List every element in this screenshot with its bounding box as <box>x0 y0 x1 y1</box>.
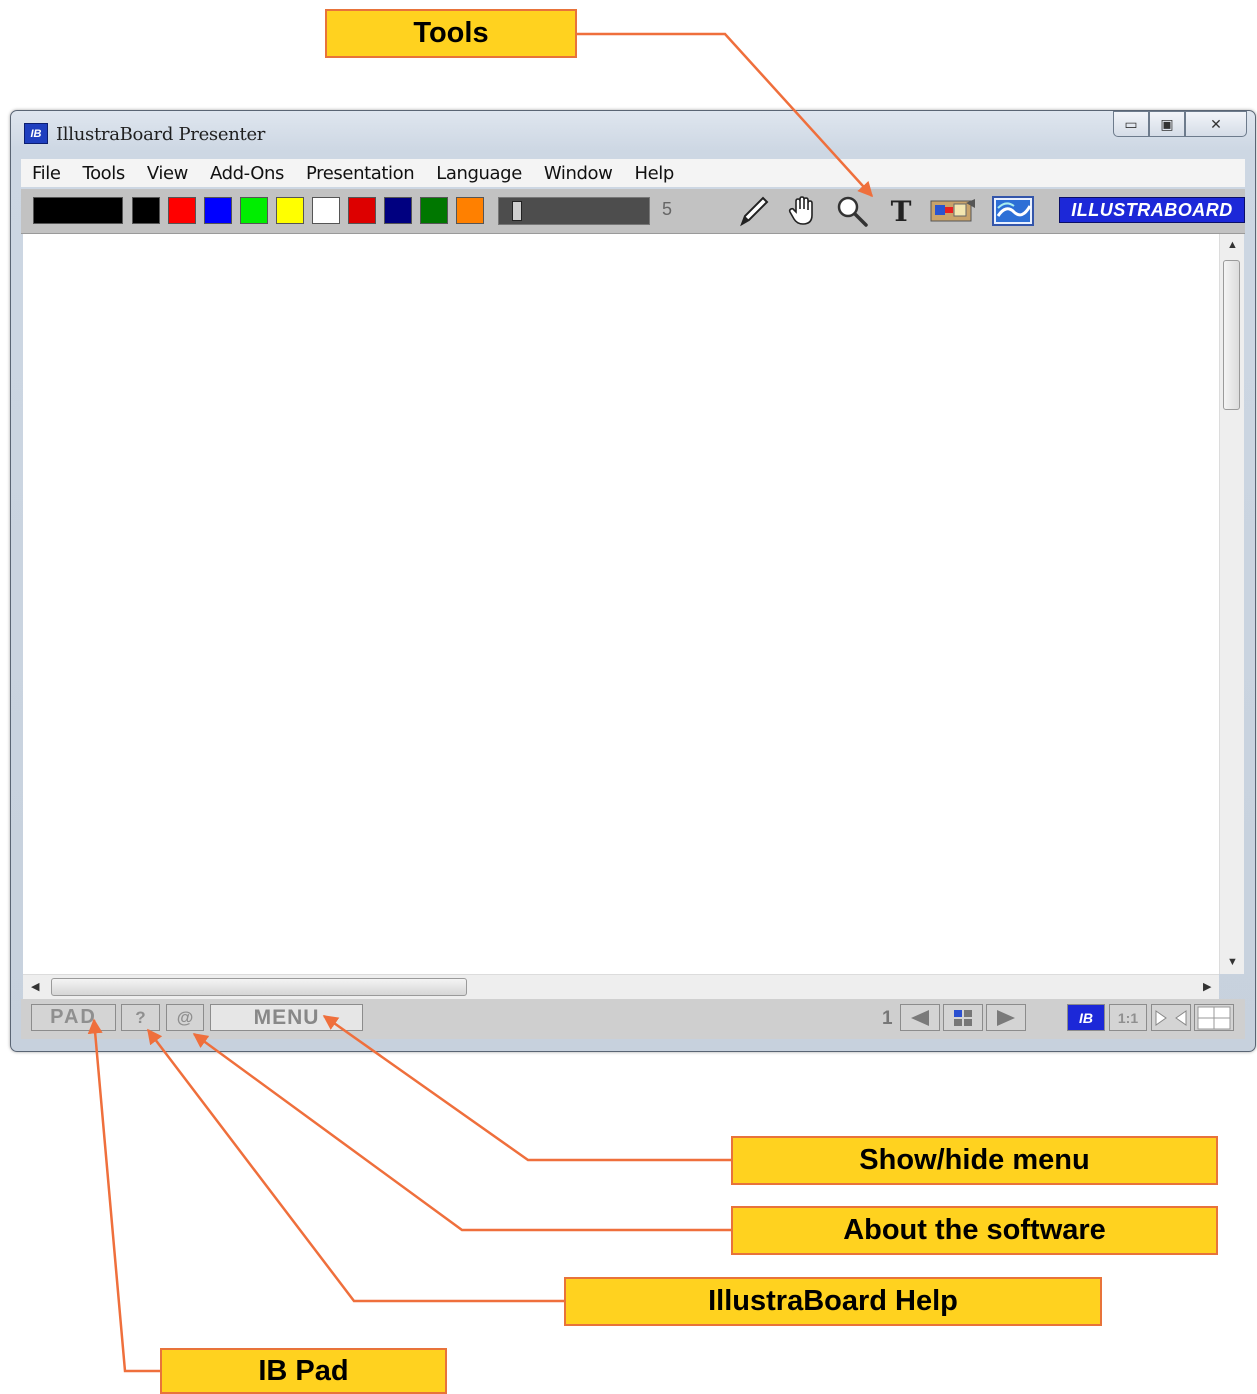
vertical-scrollbar[interactable]: ▲ ▼ <box>1219 234 1244 974</box>
vertical-scroll-thumb[interactable] <box>1223 260 1240 410</box>
zoom-actual-size-button[interactable]: 1:1 <box>1109 1004 1147 1031</box>
previous-page-button[interactable] <box>900 1004 940 1031</box>
menu-toggle-button[interactable]: MENU <box>210 1004 363 1031</box>
callout-about-software: About the software <box>731 1206 1218 1255</box>
text-tool-icon[interactable]: T <box>883 194 919 228</box>
split-view-button[interactable] <box>1194 1004 1234 1031</box>
menu-help[interactable]: Help <box>623 163 684 184</box>
status-bar: PAD ? @ MENU 1 IB 1:1 <box>21 999 1245 1039</box>
menu-language[interactable]: Language <box>425 163 533 184</box>
horizontal-scroll-thumb[interactable] <box>51 978 467 996</box>
scroll-right-arrow-icon[interactable]: ▶ <box>1203 980 1211 993</box>
page-number: 1 <box>882 1008 893 1029</box>
callout-tools: Tools <box>325 9 577 58</box>
menu-file[interactable]: File <box>21 163 72 184</box>
color-swatch-navy[interactable] <box>384 197 412 224</box>
maximize-button[interactable]: ▣ <box>1149 111 1185 137</box>
scroll-up-arrow-icon[interactable]: ▲ <box>1227 239 1238 251</box>
callout-ib-pad: IB Pad <box>160 1348 447 1394</box>
close-button[interactable]: ✕ <box>1185 111 1247 137</box>
toolbar: 5 T ILLUSTRABOARD <box>21 189 1245 234</box>
arrow-right-icon <box>997 1009 1015 1026</box>
menu-view[interactable]: View <box>136 163 199 184</box>
ib-pad-button[interactable]: PAD <box>31 1004 116 1031</box>
drawing-canvas[interactable] <box>23 234 1219 974</box>
horizontal-scrollbar[interactable]: ◀ ▶ <box>23 974 1219 999</box>
arrow-ib-pad <box>87 1018 160 1373</box>
split-grid-icon <box>1197 1006 1231 1029</box>
color-swatch-dark-green[interactable] <box>420 197 448 224</box>
pen-thickness-slider[interactable] <box>498 197 650 225</box>
color-swatch-dark-red[interactable] <box>348 197 376 224</box>
window-title: IllustraBoard Presenter <box>56 124 266 145</box>
app-window: IB IllustraBoard Presenter ▭ ▣ ✕ File To… <box>10 110 1256 1052</box>
hand-icon[interactable] <box>784 194 820 228</box>
current-color-swatch[interactable] <box>33 197 123 224</box>
arrow-about <box>192 1032 731 1232</box>
background-icon[interactable] <box>991 194 1035 228</box>
screen-capture-icon[interactable] <box>929 194 977 228</box>
about-button[interactable]: @ <box>166 1004 204 1031</box>
caption-buttons: ▭ ▣ ✕ <box>1113 111 1247 137</box>
menu-bar: File Tools View Add-Ons Presentation Lan… <box>21 159 1245 187</box>
pen-thickness-value: 5 <box>662 199 673 219</box>
arrow-left-icon <box>911 1009 929 1026</box>
menu-presentation[interactable]: Presentation <box>295 163 425 184</box>
color-swatch-black[interactable] <box>132 197 160 224</box>
color-swatch-white[interactable] <box>312 197 340 224</box>
color-swatch-red[interactable] <box>168 197 196 224</box>
arrow-help <box>147 1028 564 1303</box>
magnifier-icon[interactable] <box>834 194 870 228</box>
app-logo-icon: IB <box>24 123 48 144</box>
title-bar[interactable]: IB IllustraBoard Presenter ▭ ▣ ✕ <box>11 111 1255 157</box>
scroll-left-arrow-icon[interactable]: ◀ <box>31 980 39 993</box>
color-swatch-blue[interactable] <box>204 197 232 224</box>
color-swatch-yellow[interactable] <box>276 197 304 224</box>
minimize-button[interactable]: ▭ <box>1113 111 1149 137</box>
ib-mode-button[interactable]: IB <box>1067 1004 1105 1031</box>
fit-arrows-icon <box>1155 1009 1187 1026</box>
callout-show-hide-menu: Show/hide menu <box>731 1136 1218 1185</box>
grid-icon <box>954 1009 972 1026</box>
illustraboard-logo: ILLUSTRABOARD <box>1059 197 1245 223</box>
next-page-button[interactable] <box>986 1004 1026 1031</box>
pencil-icon[interactable] <box>736 194 772 228</box>
slider-knob[interactable] <box>512 201 522 221</box>
fit-to-window-button[interactable] <box>1151 1004 1191 1031</box>
help-button[interactable]: ? <box>121 1004 160 1031</box>
page-overview-button[interactable] <box>943 1004 983 1031</box>
menu-add-ons[interactable]: Add-Ons <box>199 163 295 184</box>
color-swatch-orange[interactable] <box>456 197 484 224</box>
menu-tools[interactable]: Tools <box>72 163 136 184</box>
menu-window[interactable]: Window <box>533 163 624 184</box>
callout-illustraboard-help: IllustraBoard Help <box>564 1277 1102 1326</box>
color-swatch-green[interactable] <box>240 197 268 224</box>
scroll-down-arrow-icon[interactable]: ▼ <box>1227 956 1238 968</box>
